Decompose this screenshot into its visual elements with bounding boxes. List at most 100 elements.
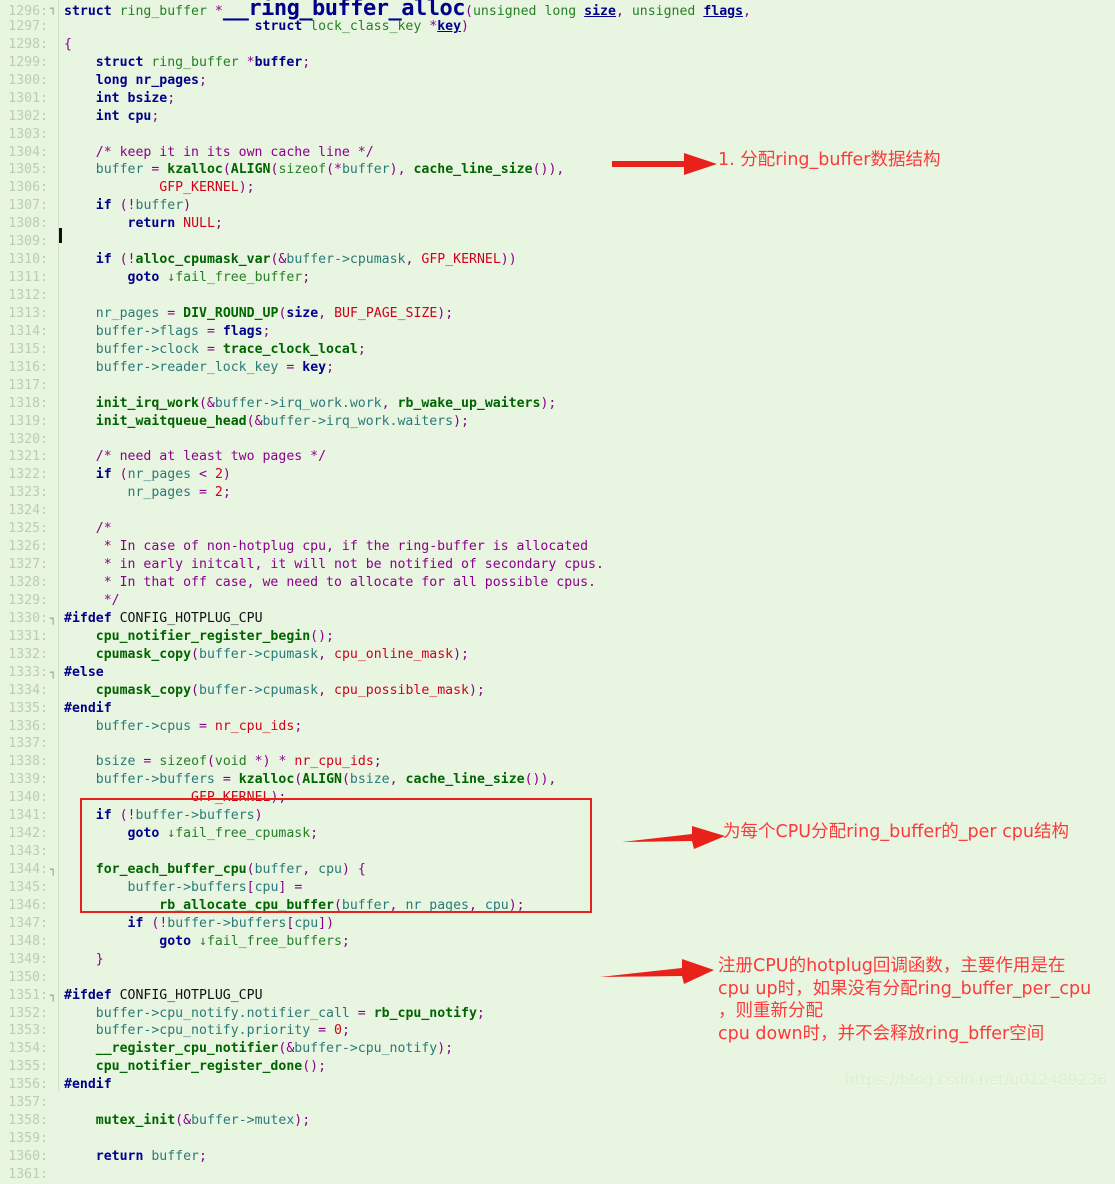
fold-marker[interactable]: ┐ bbox=[48, 0, 58, 18]
line-number: 1309: bbox=[8, 234, 48, 250]
line-number: 1343: bbox=[8, 844, 48, 860]
code-line[interactable]: 1311: goto ↓fail_free_buffer; bbox=[0, 269, 751, 287]
code-line[interactable]: 1335: #endif bbox=[0, 700, 751, 718]
annotation-text-2: 为每个CPU分配ring_buffer的_per cpu结构 bbox=[723, 822, 1070, 842]
code-line[interactable]: 1298: { bbox=[0, 36, 751, 54]
code-line[interactable]: 1296: ┐ struct ring_buffer *__ring_buffer_… bbox=[0, 0, 751, 20]
code-line[interactable]: 1338: bsize = sizeof(void *) * nr_cpu_id… bbox=[0, 753, 751, 771]
code-line[interactable]: 1329: */ bbox=[0, 592, 751, 610]
code-line[interactable]: 1328: * In that off case, we need to all… bbox=[0, 574, 751, 592]
code-editor-pane[interactable]: 1296: ┐ struct ring_buffer *__ring_buffer_… bbox=[0, 0, 1115, 1182]
code-line[interactable]: 1317: bbox=[0, 377, 751, 395]
code-line[interactable]: 1355: cpu_notifier_register_done(); bbox=[0, 1058, 751, 1076]
line-number: 1355: bbox=[8, 1059, 48, 1075]
code-line[interactable]: 1324: bbox=[0, 502, 751, 520]
code-line[interactable]: 1336: buffer->cpus = nr_cpu_ids; bbox=[0, 718, 751, 736]
code-line[interactable]: 1346: rb_allocate_cpu_buffer(buffer, nr_… bbox=[0, 897, 751, 915]
code-line[interactable]: 1299: struct ring_buffer *buffer; bbox=[0, 54, 751, 72]
code-line[interactable]: 1332: cpumask_copy(buffer->cpumask, cpu_… bbox=[0, 646, 751, 664]
code-line[interactable]: 1319: init_waitqueue_head(&buffer->irq_w… bbox=[0, 413, 751, 431]
code-text: GFP_KERNEL); bbox=[191, 790, 287, 806]
code-line[interactable]: 1323: nr_pages = 2; bbox=[0, 484, 751, 502]
code-line[interactable]: 1322: if (nr_pages < 2) bbox=[0, 466, 751, 484]
line-number: 1360: bbox=[8, 1149, 48, 1164]
code-line[interactable]: 1352: buffer->cpu_notify.notifier_call =… bbox=[0, 1005, 751, 1023]
fold-marker[interactable]: ┐ bbox=[48, 987, 58, 1005]
code-line[interactable]: 1327: * in early initcall, it will not b… bbox=[0, 556, 751, 574]
code-line[interactable]: 1344: ┐ for_each_buffer_cpu(buffer, cpu) … bbox=[0, 861, 751, 879]
line-number: 1332: bbox=[8, 646, 48, 662]
code-line[interactable]: 1308: return NULL; bbox=[0, 215, 751, 233]
code-text: buffer->buffers = kzalloc(ALIGN(bsize, c… bbox=[95, 772, 557, 788]
line-number: 1325: bbox=[8, 521, 48, 537]
code-line[interactable]: 1301: int bsize; bbox=[0, 90, 751, 108]
code-text: for_each_buffer_cpu(buffer, cpu) { bbox=[95, 862, 366, 877]
code-line[interactable]: 1320: bbox=[0, 431, 751, 449]
code-line[interactable]: 1347: if (!buffer->buffers[cpu]) bbox=[0, 915, 751, 933]
code-line[interactable]: 1310: if (!alloc_cpumask_var(&buffer->cp… bbox=[0, 251, 751, 269]
code-line[interactable]: 1330: ┐ #ifdef CONFIG_HOTPLUG_CPU bbox=[0, 610, 751, 628]
code-text: long nr_pages; bbox=[95, 72, 207, 88]
code-line[interactable]: 1325: /* bbox=[0, 520, 751, 538]
code-line[interactable]: 1314: buffer->flags = flags; bbox=[0, 323, 751, 341]
code-line[interactable]: 1356: #endif bbox=[0, 1076, 751, 1094]
code-line[interactable]: 1297: struct lock_class_key *key) bbox=[0, 18, 751, 36]
fold-marker[interactable]: ┐ bbox=[48, 861, 58, 879]
line-number: 1318: bbox=[8, 395, 48, 411]
code-text: buffer->cpu_notify.notifier_call = rb_cp… bbox=[95, 1005, 485, 1021]
line-number: 1308: bbox=[8, 216, 48, 232]
code-text: goto ↓fail_free_buffer; bbox=[127, 270, 311, 286]
code-line[interactable]: 1354: __register_cpu_notifier(&buffer->c… bbox=[0, 1040, 751, 1058]
line-number: 1351: bbox=[8, 987, 48, 1003]
code-line[interactable]: 1345: buffer->buffers[cpu] = bbox=[0, 879, 751, 897]
annotation-arrow-2 bbox=[622, 826, 725, 849]
code-line[interactable]: 1306: GFP_KERNEL); bbox=[0, 179, 751, 197]
line-number: 1319: bbox=[8, 413, 48, 429]
code-line[interactable]: 1359: bbox=[0, 1130, 751, 1148]
code-line[interactable]: 1318: init_irq_work(&buffer->irq_work.wo… bbox=[0, 395, 751, 413]
line-number: 1314: bbox=[8, 323, 48, 339]
line-number: 1317: bbox=[8, 377, 48, 393]
line-number: 1344: bbox=[8, 862, 48, 877]
code-line[interactable]: 1333: ┐ #else bbox=[0, 664, 751, 682]
code-line[interactable]: 1337: bbox=[0, 735, 751, 753]
code-line[interactable]: 1358: mutex_init(&buffer->mutex); bbox=[0, 1112, 751, 1130]
code-line[interactable]: 1360: return buffer; bbox=[0, 1148, 751, 1166]
code-line[interactable]: 1361: bbox=[0, 1166, 751, 1184]
annotation-arrow-3 bbox=[600, 959, 714, 984]
code-line[interactable]: 1334: cpumask_copy(buffer->cpumask, cpu_… bbox=[0, 682, 751, 700]
code-line[interactable]: 1321: /* need at least two pages */ bbox=[0, 448, 751, 466]
code-text: goto ↓fail_free_buffers; bbox=[159, 933, 350, 949]
code-line[interactable]: 1302: int cpu; bbox=[0, 108, 751, 126]
line-number: 1303: bbox=[8, 126, 48, 142]
code-text: */ bbox=[103, 592, 120, 608]
code-line[interactable]: 1351: ┐ #ifdef CONFIG_HOTPLUG_CPU bbox=[0, 987, 751, 1005]
fold-marker[interactable]: ┐ bbox=[48, 610, 58, 628]
code-line[interactable]: 1331: cpu_notifier_register_begin(); bbox=[0, 628, 751, 646]
line-number: 1311: bbox=[8, 270, 48, 286]
fold-marker[interactable]: ┐ bbox=[48, 664, 58, 682]
code-line[interactable]: 1340: GFP_KERNEL); bbox=[0, 789, 751, 807]
line-number: 1306: bbox=[8, 180, 48, 196]
code-line[interactable]: 1300: long nr_pages; bbox=[0, 72, 751, 90]
code-line[interactable]: 1309: bbox=[0, 233, 751, 251]
code-line[interactable]: 1348: goto ↓fail_free_buffers; bbox=[0, 933, 751, 951]
line-number: 1328: bbox=[8, 575, 48, 590]
code-line[interactable]: 1316: buffer->reader_lock_key = key; bbox=[0, 359, 751, 377]
code-text: buffer->buffers[cpu] = bbox=[127, 879, 303, 895]
code-line[interactable]: 1312: bbox=[0, 287, 751, 305]
code-text: __register_cpu_notifier(&buffer->cpu_not… bbox=[95, 1041, 454, 1057]
code-line[interactable]: 1313: nr_pages = DIV_ROUND_UP(size, BUF_… bbox=[0, 305, 751, 323]
code-text: goto ↓fail_free_cpumask; bbox=[127, 826, 319, 842]
line-number: 1323: bbox=[8, 485, 48, 501]
code-line[interactable]: 1339: buffer->buffers = kzalloc(ALIGN(bs… bbox=[0, 771, 751, 789]
code-line[interactable]: 1307: if (!buffer) bbox=[0, 197, 751, 215]
code-line[interactable]: 1315: buffer->clock = trace_clock_local; bbox=[0, 341, 751, 359]
code-line[interactable]: 1303: bbox=[0, 126, 751, 144]
code-line[interactable]: 1353: buffer->cpu_notify.priority = 0; bbox=[0, 1022, 751, 1040]
line-number: 1329: bbox=[8, 592, 48, 608]
code-line[interactable]: 1326: * In case of non-hotplug cpu, if t… bbox=[0, 538, 751, 556]
line-number: 1354: bbox=[8, 1041, 48, 1057]
line-number: 1352: bbox=[8, 1005, 48, 1021]
code-line[interactable]: 1357: bbox=[0, 1094, 751, 1112]
